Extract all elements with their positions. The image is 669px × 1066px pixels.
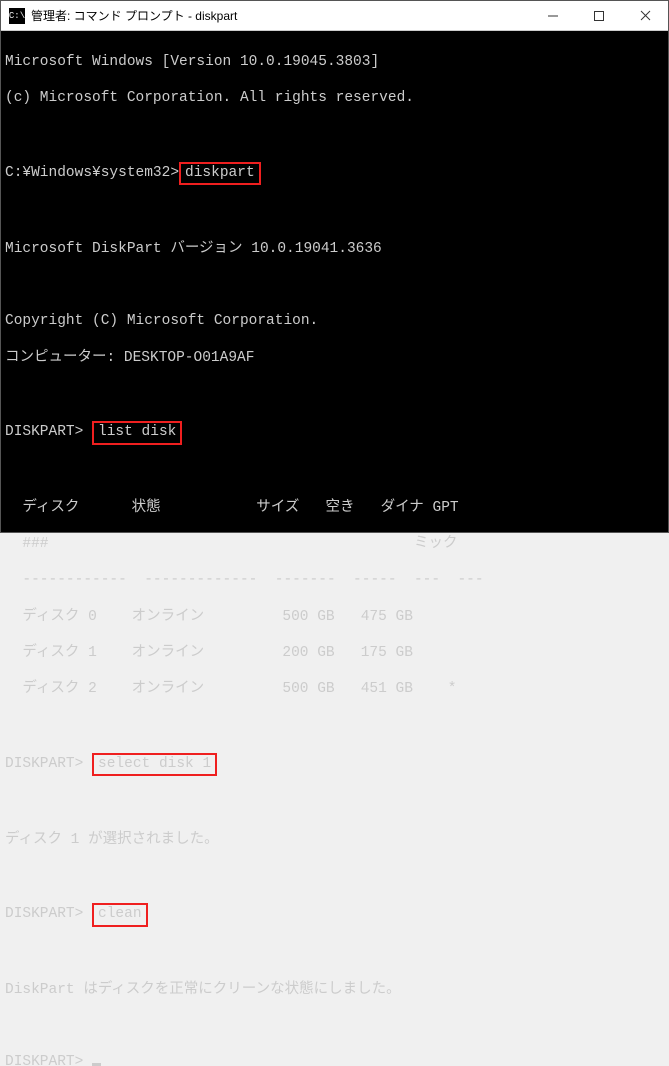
blank: [5, 126, 662, 144]
blank: [5, 385, 662, 403]
blank: [5, 794, 662, 812]
table-separator: ------------ ------------- ------- -----…: [5, 571, 662, 589]
terminal-output[interactable]: Microsoft Windows [Version 10.0.19045.38…: [1, 31, 668, 532]
window-title: 管理者: コマンド プロンプト - diskpart: [31, 7, 530, 24]
maximize-button[interactable]: [576, 1, 622, 30]
disk-row-0: ディスク 0 オンライン 500 GB 475 GB: [5, 608, 662, 626]
cmd-diskpart: diskpart: [179, 162, 261, 186]
computer-name: コンピューター: DESKTOP-O01A9AF: [5, 349, 662, 367]
clean-result: DiskPart はディスクを正常にクリーンな状態にしました。: [5, 981, 662, 999]
blank: [5, 945, 662, 963]
diskpart-version: Microsoft DiskPart バージョン 10.0.19041.3636: [5, 240, 662, 258]
minimize-button[interactable]: [530, 1, 576, 30]
prompt-line-4: DISKPART> clean: [5, 903, 662, 927]
table-header-1: ディスク 状態 サイズ 空き ダイナ GPT: [5, 499, 662, 517]
prompt-line-1: C:¥Windows¥system32>diskpart: [5, 162, 662, 186]
window-titlebar: C:\ 管理者: コマンド プロンプト - diskpart: [1, 1, 668, 31]
version-line: Microsoft Windows [Version 10.0.19045.38…: [5, 53, 662, 71]
cursor: [92, 1063, 101, 1066]
blank: [5, 276, 662, 294]
blank: [5, 867, 662, 885]
blank: [5, 463, 662, 481]
window-controls: [530, 1, 668, 30]
prompt-line-5: DISKPART>: [5, 1053, 662, 1066]
cmd-clean: clean: [92, 903, 148, 927]
close-button[interactable]: [622, 1, 668, 30]
cmd-select-disk: select disk 1: [92, 753, 217, 777]
copyright-line: (c) Microsoft Corporation. All rights re…: [5, 89, 662, 107]
blank: [5, 716, 662, 734]
disk-row-2: ディスク 2 オンライン 500 GB 451 GB *: [5, 680, 662, 698]
blank: [5, 204, 662, 222]
diskpart-copyright: Copyright (C) Microsoft Corporation.: [5, 312, 662, 330]
disk-row-1: ディスク 1 オンライン 200 GB 175 GB: [5, 644, 662, 662]
cmd-list-disk: list disk: [92, 421, 182, 445]
table-header-2: ### ミック: [5, 535, 662, 553]
prompt-line-3: DISKPART> select disk 1: [5, 753, 662, 777]
blank: [5, 1017, 662, 1035]
prompt-line-2: DISKPART> list disk: [5, 421, 662, 445]
select-result: ディスク 1 が選択されました。: [5, 831, 662, 849]
cmd-icon: C:\: [9, 8, 25, 24]
